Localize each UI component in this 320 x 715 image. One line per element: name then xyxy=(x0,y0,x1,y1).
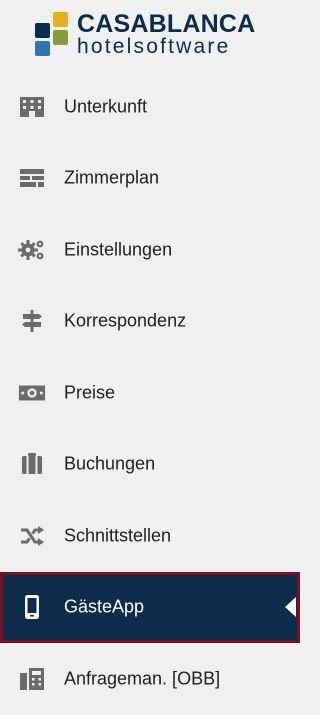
menu-item-unterkunft[interactable]: Unterkunft xyxy=(0,71,300,143)
smartphone-icon xyxy=(18,595,46,620)
settings-gears-icon xyxy=(18,238,46,262)
brand-name: CASABLANCA xyxy=(77,10,256,38)
menu-item-korrespondenz[interactable]: Korrespondenz xyxy=(0,286,300,358)
calculator-building-icon xyxy=(18,667,46,691)
money-icon xyxy=(18,381,46,405)
building-icon xyxy=(18,95,46,119)
shuffle-icon xyxy=(18,524,46,548)
main-menu: Unterkunft Zimmerplan Einstellungen Korr… xyxy=(0,71,300,715)
menu-label: Zimmerplan xyxy=(64,167,160,188)
menu-item-zimmerplan[interactable]: Zimmerplan xyxy=(0,143,300,215)
menu-label: Einstellungen xyxy=(64,239,173,260)
luggage-icon xyxy=(18,452,46,476)
menu-item-preise[interactable]: Preise xyxy=(0,357,300,429)
menu-item-schnittstellen[interactable]: Schnittstellen xyxy=(0,500,300,572)
menu-label: GästeApp xyxy=(64,596,145,617)
brand-subtitle: hotelsoftware xyxy=(77,35,231,58)
menu-label: Preise xyxy=(64,382,116,403)
menu-label: Korrespondenz xyxy=(64,310,187,331)
menu-label: Schnittstellen xyxy=(64,525,172,546)
active-indicator-arrow xyxy=(285,597,296,618)
menu-label: Unterkunft xyxy=(64,96,148,117)
menu-item-anfrageman-obb[interactable]: Anfrageman. [OBB] xyxy=(0,643,300,715)
menu-label: Anfrageman. [OBB] xyxy=(64,668,221,689)
brand-logo[interactable]: CASABLANCA hotelsoftware xyxy=(35,12,275,60)
logo-mark xyxy=(35,12,71,56)
menu-item-gaesteapp[interactable]: GästeApp xyxy=(0,571,300,643)
menu-item-buchungen[interactable]: Buchungen xyxy=(0,429,300,501)
room-plan-icon xyxy=(18,166,46,190)
menu-item-einstellungen[interactable]: Einstellungen xyxy=(0,214,300,286)
menu-label: Buchungen xyxy=(64,453,156,474)
sidebar: CASABLANCA hotelsoftware Unterkunft Zimm… xyxy=(0,0,300,709)
signpost-icon xyxy=(18,309,46,333)
